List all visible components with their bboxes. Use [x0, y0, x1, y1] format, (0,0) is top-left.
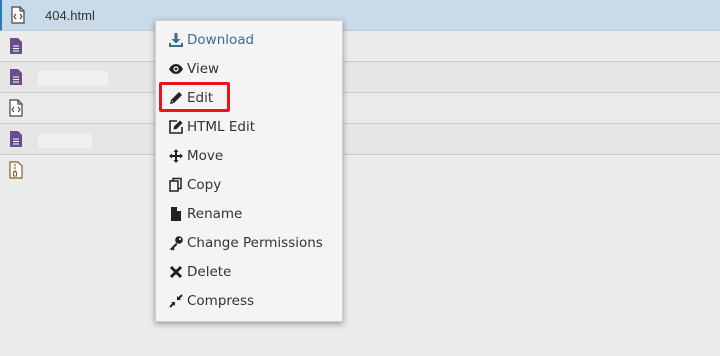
file-row[interactable]	[0, 31, 720, 62]
menu-item-rename[interactable]: Rename	[168, 203, 338, 225]
menu-item-download[interactable]: Download	[168, 29, 338, 51]
menu-item-label: Change Permissions	[187, 235, 323, 251]
file-row[interactable]	[0, 124, 720, 155]
html-file-icon	[9, 99, 23, 117]
file-icon	[168, 206, 184, 222]
menu-item-label: View	[187, 61, 220, 77]
menu-item-label: HTML Edit	[187, 119, 256, 135]
menu-item-label: Move	[187, 148, 224, 164]
text-file-icon	[10, 131, 22, 147]
menu-item-copy[interactable]: Copy	[168, 174, 338, 196]
file-row[interactable]	[0, 155, 720, 186]
redacted-name	[38, 71, 108, 86]
file-row[interactable]	[0, 93, 720, 124]
menu-item-delete[interactable]: Delete	[168, 261, 338, 283]
compress-icon	[168, 293, 184, 309]
redacted-name	[38, 134, 92, 148]
text-file-icon	[10, 38, 22, 54]
menu-item-label: Download	[187, 32, 255, 48]
file-row[interactable]	[0, 62, 720, 93]
html-file-icon	[11, 6, 25, 24]
text-file-icon	[10, 69, 22, 85]
menu-item-html-edit[interactable]: HTML Edit	[168, 116, 338, 138]
file-row[interactable]: 404.html	[0, 0, 720, 31]
edit-highlight-box	[159, 82, 230, 112]
menu-item-change-permissions[interactable]: Change Permissions	[168, 232, 338, 254]
context-menu: Download View Edit HTML Edit Move Copy R…	[155, 20, 343, 322]
menu-item-label: Copy	[187, 177, 222, 193]
menu-item-label: Rename	[187, 206, 243, 222]
x-icon	[168, 264, 184, 280]
menu-item-label: Compress	[187, 293, 255, 309]
move-arrows-icon	[168, 148, 184, 164]
zip-file-icon	[9, 161, 23, 179]
menu-item-move[interactable]: Move	[168, 145, 338, 167]
menu-item-compress[interactable]: Compress	[168, 290, 338, 312]
eye-icon	[168, 61, 184, 77]
menu-item-label: Delete	[187, 264, 232, 280]
edit-square-icon	[168, 119, 184, 135]
copy-icon	[168, 177, 184, 193]
file-name[interactable]: 404.html	[45, 8, 95, 23]
key-icon	[168, 235, 184, 251]
download-icon	[168, 32, 184, 48]
menu-item-view[interactable]: View	[168, 58, 338, 80]
